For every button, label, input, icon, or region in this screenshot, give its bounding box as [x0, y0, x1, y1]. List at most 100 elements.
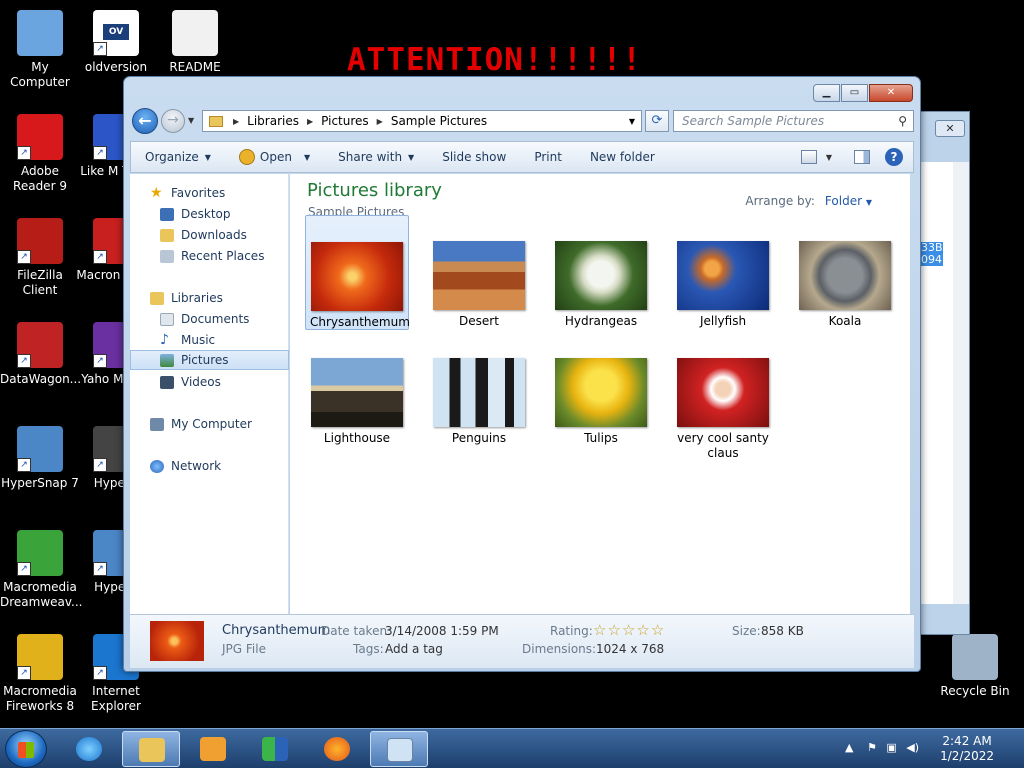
taskbar-messenger[interactable]	[246, 731, 304, 767]
desktop-icon-15[interactable]: Recycle Bin	[935, 634, 1015, 699]
nav-my-computer[interactable]: My Computer	[150, 414, 309, 434]
shortcut-icon: ↗	[17, 634, 63, 680]
desktop-icon-label: README	[169, 60, 221, 74]
start-button[interactable]	[5, 730, 47, 768]
shortcut-icon: ↗	[17, 530, 63, 576]
thumbnail-item[interactable]: Tulips	[549, 332, 653, 445]
thumbnail-item[interactable]: Desert	[427, 215, 531, 328]
preview-pane-icon[interactable]	[854, 150, 870, 164]
thumbnail-item[interactable]: Chrysanthemum	[305, 215, 410, 330]
scrollbar[interactable]	[953, 162, 969, 604]
taskbar-media-player[interactable]	[184, 731, 242, 767]
refresh-button[interactable]: ⟳	[645, 110, 669, 132]
desktop-icon-2[interactable]: README	[155, 10, 235, 75]
share-with-label: Share with	[338, 150, 403, 164]
close-icon[interactable]: ✕	[935, 120, 965, 137]
shortcut-icon	[17, 10, 63, 56]
breadcrumb-sample-pictures[interactable]: Sample Pictures	[391, 114, 487, 128]
shortcut-icon	[172, 10, 218, 56]
share-with-button[interactable]: Share with ▼	[324, 142, 428, 172]
desktop-icon-11[interactable]: ↗ Macromedia Dreamweav...	[0, 530, 83, 610]
desktop-icon-label: Macromedia Dreamweav...	[0, 580, 83, 609]
shortcut-arrow-icon: ↗	[93, 562, 107, 576]
taskbar-notepad[interactable]	[370, 731, 428, 767]
breadcrumb-pictures[interactable]: Pictures	[321, 114, 369, 128]
search-icon[interactable]: ⚲	[898, 111, 907, 131]
print-button[interactable]: Print	[520, 142, 576, 172]
desktop-icon-3[interactable]: ↗ Adobe Reader 9	[0, 114, 80, 194]
shortcut-arrow-icon: ↗	[93, 354, 107, 368]
open-label: Open	[259, 150, 292, 164]
thumbnail-item[interactable]: Koala	[793, 215, 897, 328]
breadcrumb-libraries[interactable]: Libraries	[247, 114, 299, 128]
taskbar-explorer[interactable]	[122, 731, 180, 767]
star-icon[interactable]: ☆	[651, 621, 665, 639]
network-icon[interactable]: ▣	[886, 741, 896, 754]
desktop-icon-13[interactable]: ↗ Macromedia Fireworks 8	[0, 634, 80, 714]
tags-value[interactable]: Add a tag	[385, 642, 443, 656]
minimize-button[interactable]: ▁	[813, 84, 840, 102]
maximize-button[interactable]: ▭	[841, 84, 868, 102]
thumbnail-item[interactable]: Lighthouse	[305, 332, 409, 445]
action-center-icon[interactable]: ⚑	[867, 741, 877, 754]
thumbnail-item[interactable]: Hydrangeas	[549, 215, 653, 328]
desktop-icon-label: Internet Explorer	[91, 684, 141, 713]
back-button[interactable]: ←	[132, 108, 158, 134]
nav-libraries[interactable]: Libraries	[150, 288, 309, 308]
network-icon	[150, 459, 164, 473]
clock-date: 1/2/2022	[940, 749, 994, 763]
chevron-down-icon[interactable]: ▼	[629, 117, 635, 126]
nav-computer-label: My Computer	[171, 417, 252, 431]
new-folder-button[interactable]: New folder	[576, 142, 669, 172]
thumbnail-item[interactable]: very cool santy claus	[671, 332, 775, 460]
slide-show-button[interactable]: Slide show	[428, 142, 520, 172]
clock[interactable]: 2:42 AM 1/2/2022	[940, 734, 994, 764]
star-icon[interactable]: ☆	[636, 621, 650, 639]
arrange-value-dropdown[interactable]: Folder ▼	[825, 194, 872, 208]
desktop-icon-label: My Computer	[10, 60, 70, 89]
desktop-icon-9[interactable]: ↗ HyperSnap 7	[0, 426, 80, 491]
view-icon[interactable]	[800, 150, 817, 164]
recent-pages-dropdown[interactable]: ▼	[188, 116, 194, 125]
dimensions-value: 1024 x 768	[596, 642, 665, 656]
size-label: Size:	[732, 624, 761, 638]
thumbnail-image	[677, 241, 769, 310]
notepad-icon	[387, 738, 413, 762]
help-icon[interactable]: ?	[885, 148, 903, 166]
shortcut-icon: ↗	[17, 426, 63, 472]
forward-button[interactable]: →	[161, 109, 185, 133]
nav-network-label: Network	[171, 459, 222, 473]
nav-network[interactable]: Network	[150, 456, 309, 476]
star-icon[interactable]: ☆	[607, 621, 621, 639]
thumbnail-item[interactable]: Jellyfish	[671, 215, 775, 328]
desktop-icon-0[interactable]: My Computer	[0, 10, 80, 90]
background-window-selected-text: 33B 094	[921, 241, 943, 266]
volume-icon[interactable]: ◀)	[906, 741, 919, 754]
thumbnail-item[interactable]: Penguins	[427, 332, 531, 445]
chevron-down-icon: ▼	[865, 198, 872, 207]
nav-downloads-label: Downloads	[181, 228, 247, 242]
rating-stars[interactable]: ☆☆☆☆☆	[593, 621, 665, 639]
date-taken-value[interactable]: 3/14/2008 1:59 PM	[385, 624, 499, 638]
desktop-icon-1[interactable]: OV ↗ oldversion	[76, 10, 156, 75]
search-input[interactable]: Search Sample Pictures ⚲	[673, 110, 914, 132]
downloads-icon	[160, 228, 174, 242]
open-button[interactable]: Open ▼	[225, 142, 324, 172]
thumbnail-label: Chrysanthemum	[310, 315, 410, 329]
videos-icon	[160, 375, 174, 389]
taskbar-internet-explorer[interactable]	[60, 731, 118, 767]
taskbar-firefox[interactable]	[308, 731, 366, 767]
close-button[interactable]: ✕	[869, 84, 913, 102]
show-hidden-icons-icon[interactable]: ▲	[845, 741, 853, 754]
desktop-icon-5[interactable]: ↗ FileZilla Client	[0, 218, 80, 298]
star-icon[interactable]: ☆	[593, 621, 607, 639]
address-bar[interactable]: ▶ Libraries ▶ Pictures ▶ Sample Pictures…	[202, 110, 642, 132]
chevron-down-icon[interactable]: ▼	[826, 153, 832, 162]
star-icon[interactable]: ☆	[622, 621, 636, 639]
organize-button[interactable]: Organize ▼	[131, 142, 225, 172]
shortcut-icon: ↗	[17, 218, 63, 264]
clock-time: 2:42 AM	[942, 734, 992, 748]
desktop-icon-7[interactable]: ↗ DataWagon...	[0, 322, 81, 387]
nav-favorites[interactable]: ★ Favorites	[150, 183, 309, 203]
nav-pictures[interactable]: Pictures	[130, 350, 289, 370]
